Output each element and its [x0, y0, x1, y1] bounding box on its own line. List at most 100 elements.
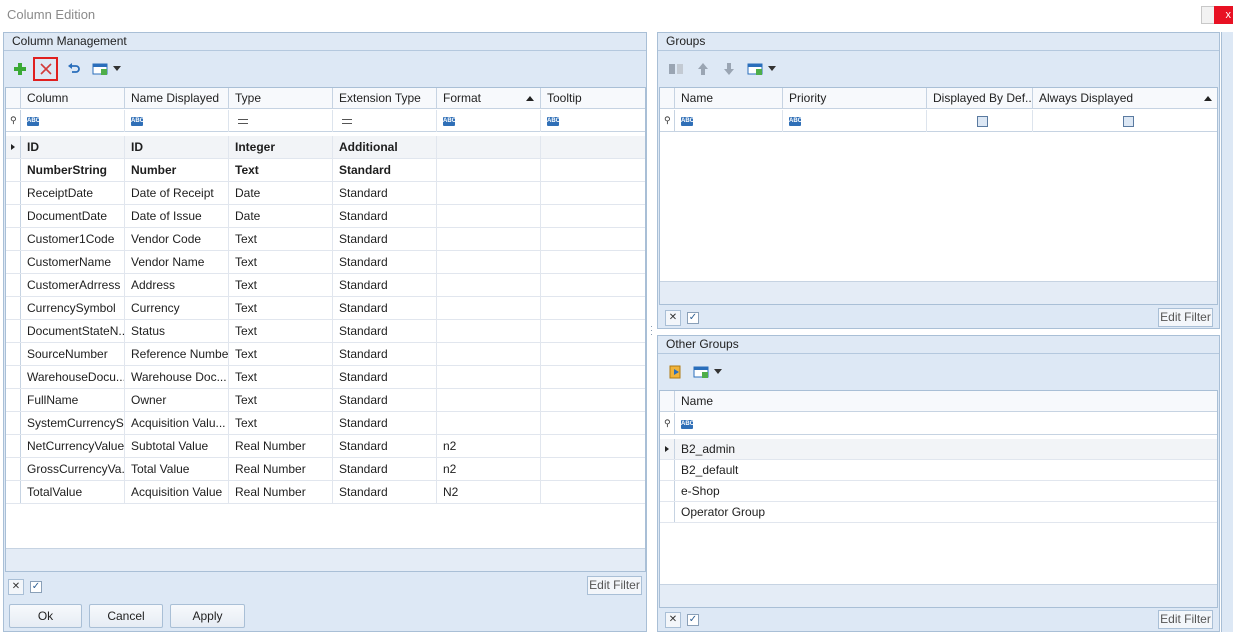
row-indicator[interactable]	[660, 502, 675, 522]
row-indicator[interactable]	[6, 159, 21, 181]
cell-type[interactable]: Date	[229, 182, 333, 204]
cell-extension-type[interactable]: Standard	[333, 274, 437, 296]
move-down-icon[interactable]	[719, 59, 739, 79]
add-icon[interactable]	[10, 59, 30, 79]
list-item[interactable]: e-Shop	[660, 481, 1217, 502]
filter-enabled-checkbox[interactable]: ✓	[30, 581, 42, 593]
cell-extension-type[interactable]: Standard	[333, 297, 437, 319]
cell-type[interactable]: Text	[229, 389, 333, 411]
row-indicator[interactable]	[6, 182, 21, 204]
cancel-button[interactable]: Cancel	[89, 604, 163, 628]
table-row[interactable]: CurrencySymbol Currency Text Standard	[6, 297, 645, 320]
cell-column[interactable]: ID	[21, 136, 125, 158]
column-edit-filter-button[interactable]: Edit Filter	[587, 576, 642, 595]
cell-tooltip[interactable]	[541, 274, 645, 296]
col-header-format[interactable]: Format	[437, 88, 541, 109]
move-up-icon[interactable]	[693, 59, 713, 79]
window-button[interactable]	[1201, 6, 1215, 24]
clear-filter-icon[interactable]: ✕	[665, 612, 681, 628]
cell-column[interactable]: CustomerAdrress	[21, 274, 125, 296]
cell-extension-type[interactable]: Standard	[333, 251, 437, 273]
groups-col-priority[interactable]: Priority	[783, 88, 927, 109]
dropdown-icon[interactable]	[712, 362, 724, 382]
groups-filter-always-displayed[interactable]	[1033, 110, 1217, 132]
row-indicator[interactable]	[6, 251, 21, 273]
delete-icon[interactable]	[33, 57, 58, 81]
clear-filter-icon[interactable]: ✕	[8, 579, 24, 595]
other-groups-col-name[interactable]: Name	[675, 391, 1217, 412]
table-row[interactable]: ID ID Integer Additional	[6, 136, 645, 159]
row-indicator[interactable]	[6, 435, 21, 457]
row-indicator[interactable]	[660, 439, 675, 459]
cell-column[interactable]: NetCurrencyValue	[21, 435, 125, 457]
cell-format[interactable]	[437, 251, 541, 273]
table-row[interactable]: Customer1Code Vendor Code Text Standard	[6, 228, 645, 251]
cell-tooltip[interactable]	[541, 136, 645, 158]
cell-type[interactable]: Real Number	[229, 481, 333, 503]
cell-tooltip[interactable]	[541, 458, 645, 480]
cell-tooltip[interactable]	[541, 297, 645, 319]
cell-column[interactable]: WarehouseDocu...	[21, 366, 125, 388]
row-indicator[interactable]	[6, 320, 21, 342]
close-button[interactable]: x	[1214, 6, 1233, 24]
cell-extension-type[interactable]: Standard	[333, 159, 437, 181]
ok-button[interactable]: Ok	[9, 604, 82, 628]
filter-tooltip[interactable]: ABC	[541, 110, 645, 132]
cell-column[interactable]: NumberString	[21, 159, 125, 181]
cell-name-displayed[interactable]: Acquisition Value	[125, 481, 229, 503]
assign-group-icon[interactable]	[666, 362, 686, 382]
filter-enabled-checkbox[interactable]: ✓	[687, 614, 699, 626]
cell-tooltip[interactable]	[541, 182, 645, 204]
cell-format[interactable]	[437, 343, 541, 365]
groups-filter-displayed-by-default[interactable]	[927, 110, 1033, 132]
row-indicator[interactable]	[6, 389, 21, 411]
move-to-group-icon[interactable]	[666, 59, 686, 79]
list-item[interactable]: Operator Group	[660, 502, 1217, 523]
table-row[interactable]: SystemCurrencyS... Acquisition Valu... Tex…	[6, 412, 645, 435]
cell-column[interactable]: DocumentDate	[21, 205, 125, 227]
cell-name-displayed[interactable]: Address	[125, 274, 229, 296]
cell-extension-type[interactable]: Standard	[333, 458, 437, 480]
cell-column[interactable]: TotalValue	[21, 481, 125, 503]
row-indicator[interactable]	[6, 481, 21, 503]
cell-name-displayed[interactable]: Number	[125, 159, 229, 181]
cell-extension-type[interactable]: Standard	[333, 343, 437, 365]
cell-tooltip[interactable]	[541, 412, 645, 434]
groups-filter-name[interactable]: ABC	[675, 110, 783, 132]
row-indicator[interactable]	[6, 458, 21, 480]
table-row[interactable]: SourceNumber Reference Number Text Standard	[6, 343, 645, 366]
groups-col-name[interactable]: Name	[675, 88, 783, 109]
cell-extension-type[interactable]: Standard	[333, 389, 437, 411]
cell-type[interactable]: Text	[229, 297, 333, 319]
cell-tooltip[interactable]	[541, 366, 645, 388]
cell-column[interactable]: SystemCurrencyS...	[21, 412, 125, 434]
groups-col-displayed-by-default[interactable]: Displayed By Def...	[927, 88, 1033, 109]
filter-extension-type[interactable]	[333, 110, 437, 132]
cell-extension-type[interactable]: Standard	[333, 366, 437, 388]
cell-type[interactable]: Text	[229, 274, 333, 296]
cell-tooltip[interactable]	[541, 343, 645, 365]
row-indicator[interactable]	[6, 366, 21, 388]
table-row[interactable]: GrossCurrencyVa... Total Value Real Number…	[6, 458, 645, 481]
splitter-handle[interactable]: · · ·	[650, 322, 654, 339]
cell-name-displayed[interactable]: Warehouse Doc...	[125, 366, 229, 388]
cell-format[interactable]: n2	[437, 458, 541, 480]
row-indicator[interactable]	[6, 412, 21, 434]
cell-type[interactable]: Text	[229, 251, 333, 273]
checkbox-filter[interactable]	[1122, 115, 1134, 127]
cell-name-displayed[interactable]: ID	[125, 136, 229, 158]
cell-type[interactable]: Text	[229, 320, 333, 342]
undo-icon[interactable]	[64, 59, 84, 79]
dropdown-icon[interactable]	[111, 59, 123, 79]
row-indicator[interactable]	[6, 228, 21, 250]
cell-type[interactable]: Text	[229, 412, 333, 434]
apply-button[interactable]: Apply	[170, 604, 245, 628]
layout-icon[interactable]	[745, 59, 765, 79]
dropdown-icon[interactable]	[766, 59, 778, 79]
filter-name-displayed[interactable]: ABC	[125, 110, 229, 132]
table-row[interactable]: DocumentStateN... Status Text Standard	[6, 320, 645, 343]
cell-type[interactable]: Text	[229, 159, 333, 181]
cell-type[interactable]: Text	[229, 228, 333, 250]
table-row[interactable]: WarehouseDocu... Warehouse Doc... Text Stan…	[6, 366, 645, 389]
col-header-type[interactable]: Type	[229, 88, 333, 109]
